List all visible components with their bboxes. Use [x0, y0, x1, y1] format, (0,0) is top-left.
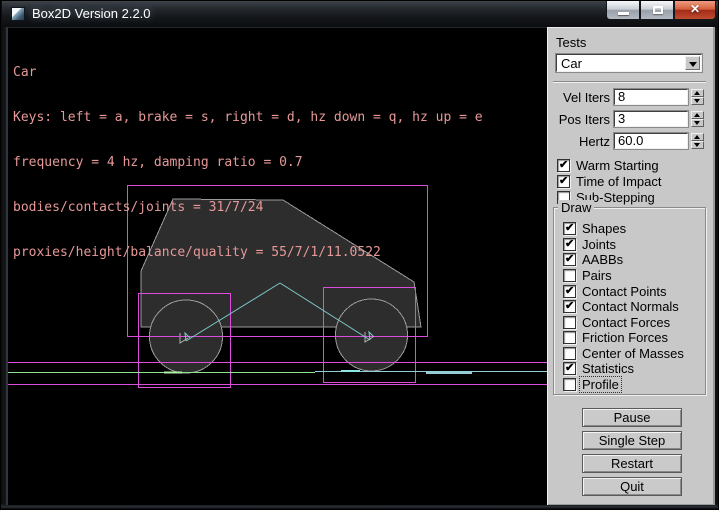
app-icon: [11, 7, 25, 21]
center-of-masses-label[interactable]: Center of Masses: [582, 346, 684, 361]
quit-button[interactable]: Quit: [582, 477, 682, 496]
center-of-masses-checkbox[interactable]: [563, 347, 576, 360]
control-panel: Tests Car Vel Iters 8 Pos Iters 3: [547, 27, 715, 505]
pos-iters-up-arrow[interactable]: [691, 111, 704, 119]
friction-forces-label[interactable]: Friction Forces: [582, 330, 668, 345]
pos-iters-label: Pos Iters: [548, 112, 610, 127]
warm-starting-label[interactable]: Warm Starting: [576, 158, 659, 173]
box2d-window: Box2D Version 2.2.0 ✕: [0, 0, 719, 510]
tests-dropdown[interactable]: Car: [556, 54, 702, 72]
aabbs-checkbox[interactable]: [563, 253, 576, 266]
maximize-icon: [653, 6, 663, 14]
separator: [553, 81, 706, 82]
hertz-up-arrow[interactable]: [691, 133, 704, 141]
hud-line-title: Car: [13, 65, 483, 80]
draw-groupbox: Draw Shapes Joints AABBs Pairs: [553, 207, 706, 395]
statistics-checkbox[interactable]: [563, 362, 576, 375]
tests-dropdown-arrow[interactable]: [685, 56, 700, 70]
maximize-button[interactable]: [640, 1, 674, 20]
pos-iters-input[interactable]: 3: [614, 111, 688, 127]
tests-dropdown-value: Car: [561, 56, 582, 71]
close-icon: ✕: [675, 2, 715, 16]
contact-points-label[interactable]: Contact Points: [582, 284, 667, 299]
simulation-canvas[interactable]: Car Keys: left = a, brake = s, right = d…: [6, 27, 547, 505]
hud-line-keys: Keys: left = a, brake = s, right = d, hz…: [13, 110, 483, 125]
pairs-label[interactable]: Pairs: [582, 268, 612, 283]
contact-forces-checkbox[interactable]: [563, 316, 576, 329]
shapes-label[interactable]: Shapes: [582, 221, 626, 236]
friction-forces-checkbox[interactable]: [563, 331, 576, 344]
time-of-impact-label[interactable]: Time of Impact: [576, 174, 661, 189]
hud-line-frequency: frequency = 4 hz, damping ratio = 0.7: [13, 155, 483, 170]
title-bar[interactable]: Box2D Version 2.2.0 ✕: [2, 1, 719, 27]
contact-normals-checkbox[interactable]: [563, 300, 576, 313]
vel-iters-input[interactable]: 8: [614, 89, 688, 105]
tests-label: Tests: [556, 35, 586, 50]
contact-normals-label[interactable]: Contact Normals: [582, 299, 679, 314]
aabbs-label[interactable]: AABBs: [582, 252, 623, 267]
time-of-impact-checkbox[interactable]: [557, 175, 570, 188]
pos-iters-down-arrow[interactable]: [691, 119, 704, 127]
hud-line-stats: bodies/contacts/joints = 31/7/24: [13, 200, 483, 215]
hertz-label: Hertz: [548, 134, 610, 149]
vel-iters-up-arrow[interactable]: [691, 89, 704, 97]
joints-label[interactable]: Joints: [582, 237, 616, 252]
vel-iters-spinner: [691, 89, 704, 105]
close-button[interactable]: ✕: [674, 1, 716, 20]
caption-buttons: ✕: [606, 1, 716, 20]
joints-checkbox[interactable]: [563, 238, 576, 251]
single-step-button[interactable]: Single Step: [582, 431, 682, 450]
draw-group-label: Draw: [558, 200, 594, 215]
minimize-button[interactable]: [606, 1, 640, 20]
hud-text: Car Keys: left = a, brake = s, right = d…: [13, 35, 483, 290]
pos-iters-spinner: [691, 111, 704, 127]
warm-starting-checkbox[interactable]: [557, 159, 570, 172]
profile-checkbox[interactable]: [563, 378, 576, 391]
pairs-checkbox[interactable]: [563, 269, 576, 282]
pause-button[interactable]: Pause: [582, 408, 682, 427]
hertz-spinner: [691, 133, 704, 149]
statistics-label[interactable]: Statistics: [582, 361, 634, 376]
contact-points-checkbox[interactable]: [563, 285, 576, 298]
vel-iters-label: Vel Iters: [548, 90, 610, 105]
contact-forces-label[interactable]: Contact Forces: [582, 315, 670, 330]
shapes-checkbox[interactable]: [563, 222, 576, 235]
minimize-icon: [618, 12, 629, 15]
hud-line-proxies: proxies/height/balance/quality = 55/7/1/…: [13, 245, 483, 260]
restart-button[interactable]: Restart: [582, 454, 682, 473]
hertz-input[interactable]: 60.0: [614, 133, 688, 149]
window-title: Box2D Version 2.2.0: [32, 6, 151, 21]
hertz-down-arrow[interactable]: [691, 141, 704, 149]
profile-label[interactable]: Profile: [580, 377, 621, 392]
vel-iters-down-arrow[interactable]: [691, 97, 704, 105]
